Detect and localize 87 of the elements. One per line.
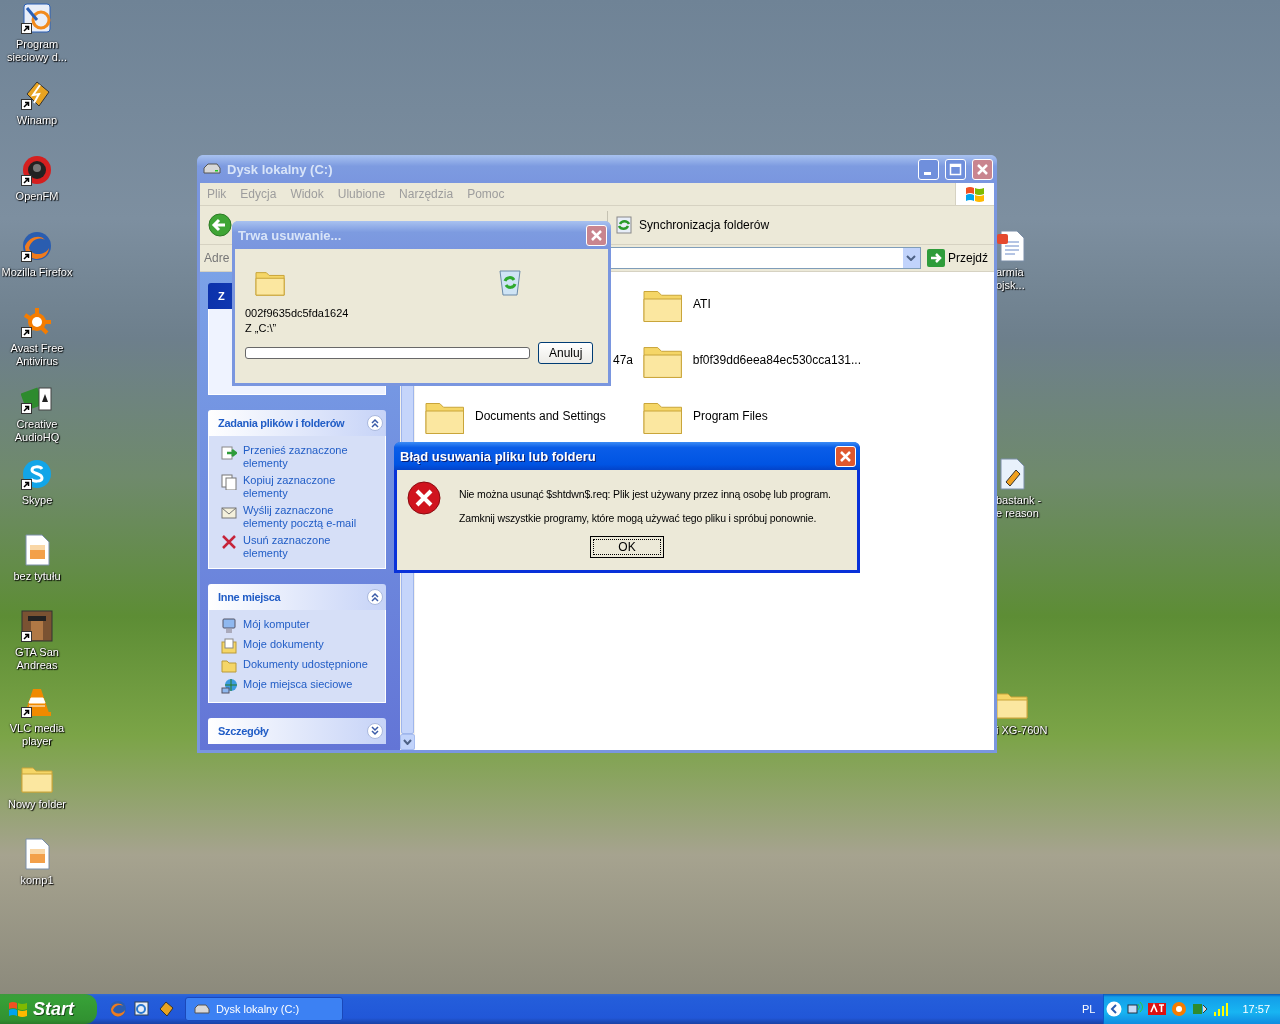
task-link[interactable]: Dokumenty udostępnione (243, 658, 368, 671)
go-arrow-icon (927, 249, 945, 267)
delete-x-icon (221, 534, 237, 550)
icon-label[interactable]: Creative AudioHQ (0, 418, 74, 444)
icon-label[interactable]: Winamp (0, 114, 74, 127)
minimize-button[interactable] (918, 158, 939, 180)
folder-name[interactable]: Program Files (693, 409, 768, 423)
file-name: 002f9635dc5fda1624 (245, 307, 350, 319)
icon-label[interactable]: VLC media player (0, 722, 74, 748)
icon-label[interactable]: armia ojsk... (996, 266, 1066, 292)
windows-logo-icon (8, 1000, 28, 1018)
icon-label[interactable]: bez tytułu (0, 570, 74, 583)
document-folder-icon (221, 638, 237, 654)
go-button[interactable]: Przejdź (925, 249, 990, 267)
network-monitor-icon[interactable] (1127, 1001, 1144, 1017)
scroll-down-button[interactable] (400, 734, 415, 750)
game-cover-icon[interactable] (21, 610, 53, 642)
network-program-icon[interactable] (21, 2, 53, 34)
section-title[interactable]: Zadania plików i folderów (218, 417, 345, 429)
cancel-button[interactable]: Anuluj (538, 342, 594, 364)
graphics-card-icon[interactable] (1148, 1002, 1167, 1016)
window-title: Błąd usuwania pliku lub folderu (400, 448, 597, 464)
chevron-toggle-icon[interactable] (367, 723, 383, 739)
error-message: Nie można usunąć $shtdwn$.req: Plik jest używany przez inną osobę lub program. (459, 488, 831, 500)
speaker-icon[interactable] (21, 154, 53, 186)
ok-button[interactable]: OK (590, 536, 664, 558)
task-link[interactable]: Mój komputer (243, 618, 310, 631)
sync-folders-button[interactable]: Synchronizacja folderów (614, 215, 770, 235)
chevron-left-icon[interactable] (1106, 1001, 1123, 1017)
section-header[interactable]: Szczegóły (208, 718, 386, 744)
task-link[interactable]: Przenieś zaznaczone elementy (243, 444, 377, 470)
icon-label[interactable]: komp1 (0, 874, 74, 887)
start-button[interactable]: Start (0, 994, 97, 1024)
close-button[interactable] (586, 224, 607, 246)
envelope-icon (221, 504, 237, 520)
icon-label[interactable]: Mozilla Firefox (0, 266, 74, 279)
globe-fox-icon[interactable] (21, 230, 53, 262)
icon-label[interactable]: Nowy folder (0, 798, 74, 811)
language-indicator[interactable]: PL (1082, 1003, 1104, 1015)
maximize-button[interactable] (945, 158, 966, 180)
folder-name[interactable]: Documents and Settings (475, 409, 606, 423)
windows-logo-icon (964, 184, 986, 204)
icon-label[interactable]: Program sieciowy d... (0, 38, 74, 64)
minimize-icon (924, 171, 931, 175)
section-title[interactable]: Z (218, 290, 225, 302)
folder-name[interactable]: bf0f39dd6eea84ec530cca131... (692, 353, 861, 367)
task-link[interactable]: Moje miejsca sieciowe (243, 678, 353, 691)
move-arrow-icon (221, 444, 237, 460)
close-button[interactable] (835, 445, 856, 467)
network-globe-icon (221, 678, 237, 694)
drive-icon (194, 1003, 210, 1015)
folder-icon (221, 658, 237, 674)
taskbar-button[interactable]: Dysk lokalny (C:) (185, 997, 343, 1021)
icon-label[interactable]: i XG-760N (996, 724, 1066, 737)
window-title: Trwa usuwanie... (238, 227, 343, 243)
section-header[interactable]: Zadania plików i folderów (208, 410, 386, 436)
back-button[interactable] (208, 213, 232, 237)
lightning-bolt-icon[interactable] (157, 1000, 175, 1018)
close-button[interactable] (972, 158, 993, 180)
folder-name[interactable]: 47a (612, 353, 633, 367)
copy-pages-icon (221, 474, 237, 490)
icon-label[interactable]: bastank - e reason (996, 494, 1066, 520)
error-hint: Zamknij wszystkie programy, które mogą używać tego pliku i spróbuj ponownie. (459, 512, 818, 524)
task-link[interactable]: Wyślij zaznaczone elementy pocztą e-mail (243, 504, 377, 530)
drive-icon (203, 162, 221, 176)
icon-label[interactable]: GTA San Andreas (0, 646, 74, 672)
folder-name[interactable]: ATI (693, 297, 711, 311)
icon-label[interactable]: Skype (0, 494, 74, 507)
task-link[interactable]: Usuń zaznaczone elementy (243, 534, 377, 560)
section-header[interactable]: Inne miejsca (208, 584, 386, 610)
document-icon[interactable] (996, 230, 1028, 262)
clock[interactable]: 17:57 (1242, 1003, 1270, 1015)
section-title[interactable]: Szczegóły (218, 725, 269, 737)
chevron-toggle-icon[interactable] (367, 589, 383, 605)
error-icon (407, 481, 441, 515)
task-link[interactable]: Moje dokumenty (243, 638, 324, 651)
window-title: Dysk lokalny (C:) (227, 161, 334, 177)
icon-label[interactable]: OpenFM (0, 190, 74, 203)
computer-icon (221, 618, 237, 634)
task-link[interactable]: Kopiuj zaznaczone elementy (243, 474, 377, 500)
address-label: Adre (204, 251, 230, 265)
section-title[interactable]: Inne miejsca (218, 591, 281, 603)
speech-s-icon[interactable] (21, 458, 53, 490)
sync-arrows-icon (614, 215, 634, 235)
icon-label[interactable]: Avast Free Antivirus (0, 342, 74, 368)
source-path: Z „C:\” (245, 322, 278, 334)
chevron-toggle-icon[interactable] (367, 415, 383, 431)
